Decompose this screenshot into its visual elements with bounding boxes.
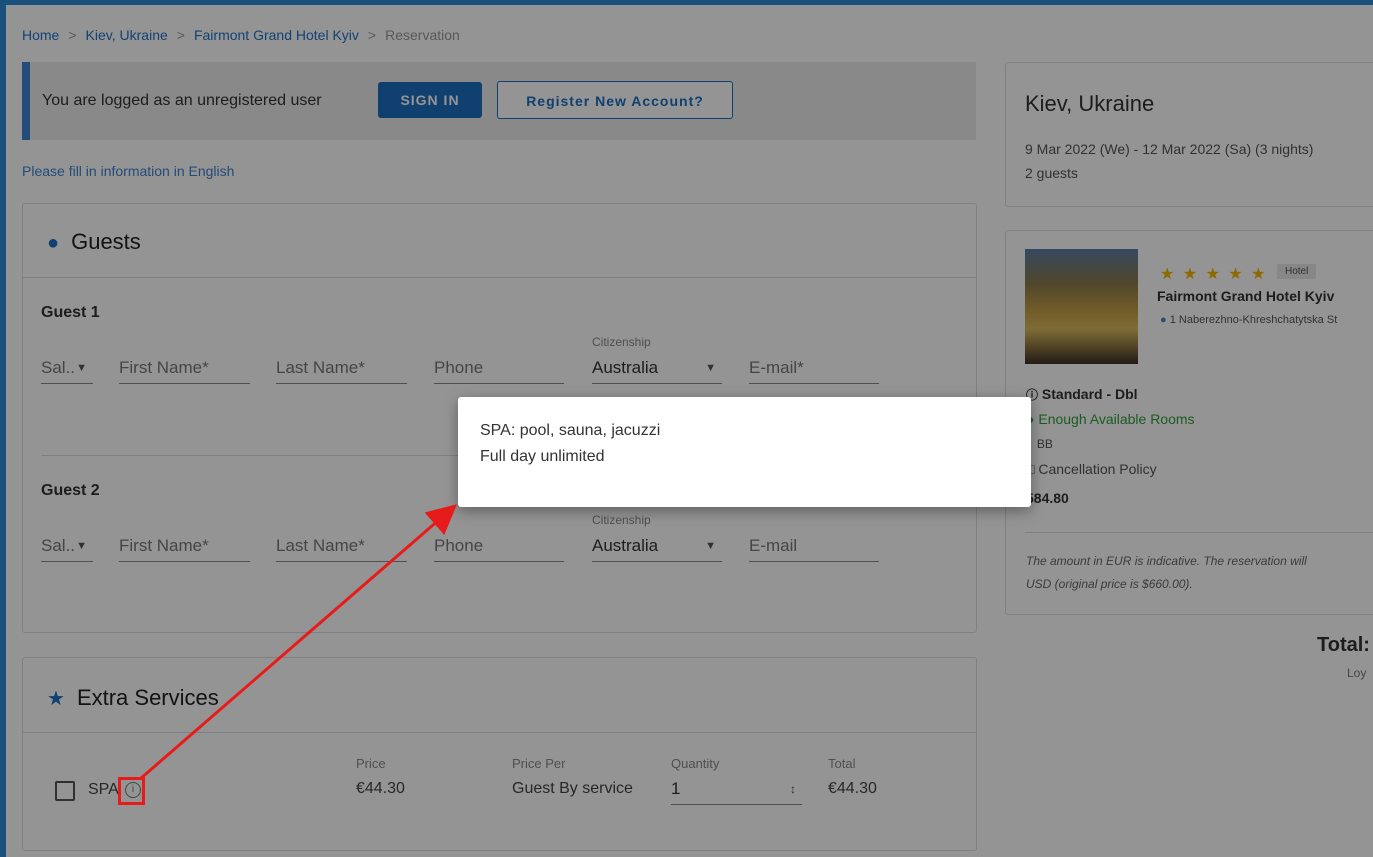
annotation-arrow <box>139 504 458 781</box>
